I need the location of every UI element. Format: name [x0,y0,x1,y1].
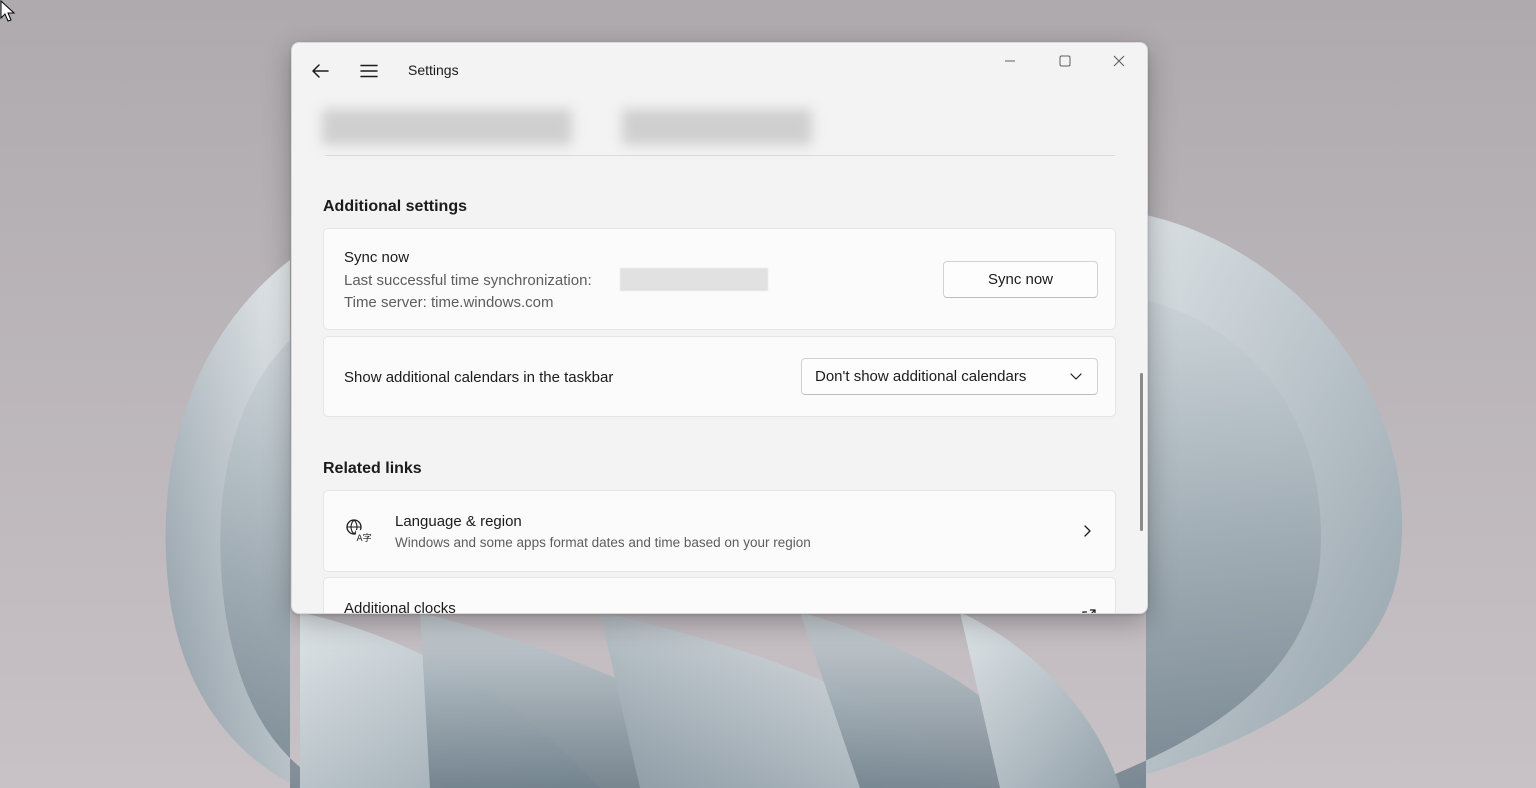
blurred-region [312,95,832,155]
language-region-subtitle: Windows and some apps format dates and t… [395,535,811,550]
related-links-heading: Related links [323,460,422,477]
additional-calendars-dropdown[interactable]: Don't show additional calendars [801,358,1098,395]
additional-calendars-card: Show additional calendars in the taskbar… [323,336,1116,417]
sync-now-card: Sync now Last successful time synchroniz… [323,228,1116,330]
additional-clocks-link[interactable]: Additional clocks [323,577,1116,614]
chevron-down-icon [1070,373,1082,380]
chevron-right-icon [1084,525,1091,537]
sync-now-button[interactable]: Sync now [943,261,1098,298]
svg-text:A字: A字 [357,532,372,544]
settings-window: Settings Additional settings Sync now La… [291,42,1148,614]
minimize-icon [1005,60,1015,62]
divider [325,155,1115,156]
language-region-icon: A字 [346,519,372,544]
time-server-label: Time server: time.windows.com [344,294,554,311]
maximize-icon [1059,55,1071,67]
language-region-title: Language & region [395,513,522,530]
additional-clocks-title: Additional clocks [344,600,456,614]
back-arrow-icon [312,64,329,78]
minimize-button[interactable] [982,43,1038,79]
title-bar: Settings [292,43,1147,97]
maximize-button[interactable] [1037,43,1093,79]
close-icon [1113,55,1125,67]
sync-now-title: Sync now [344,249,410,266]
language-region-link[interactable]: A字 Language & region Windows and some ap… [323,490,1116,572]
open-external-icon [1082,609,1096,613]
back-button[interactable] [304,57,336,85]
dropdown-selected-value: Don't show additional calendars [815,368,1027,385]
additional-settings-heading: Additional settings [323,198,467,215]
hamburger-icon [360,64,378,78]
last-sync-label: Last successful time synchronization: [344,272,592,289]
navigation-menu-button[interactable] [353,57,385,85]
app-title: Settings [408,62,459,78]
desktop: Settings Additional settings Sync now La… [0,0,1536,788]
additional-calendars-label: Show additional calendars in the taskbar [344,369,614,386]
scrollbar-thumb[interactable] [1140,373,1143,531]
mouse-pointer-icon [0,0,16,22]
close-button[interactable] [1091,43,1147,79]
redacted-sync-time [620,268,768,291]
